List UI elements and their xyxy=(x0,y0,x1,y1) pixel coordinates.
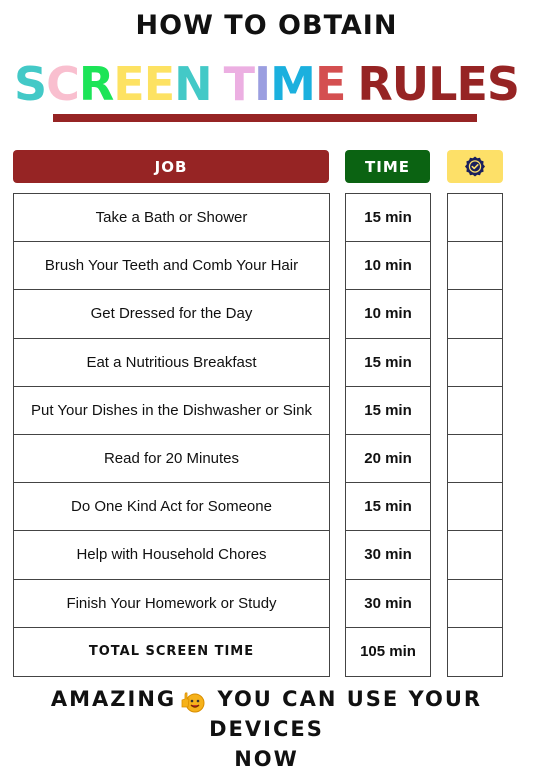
checkbox-cell[interactable] xyxy=(448,387,502,435)
title-letter: R xyxy=(357,57,392,111)
title-letter: S xyxy=(13,57,47,111)
time-cell: 10 min xyxy=(346,242,430,291)
title-letter: R xyxy=(78,57,114,111)
footer-text-before: AMAZING xyxy=(50,687,177,711)
total-checkbox-cell[interactable] xyxy=(448,628,502,676)
job-cell: Read for 20 Minutes xyxy=(14,435,329,484)
time-cell: 30 min xyxy=(346,531,430,580)
time-cell: 15 min xyxy=(346,194,430,243)
job-header: JOB xyxy=(13,150,329,183)
title-letter: E xyxy=(113,57,144,111)
time-cell: 15 min xyxy=(346,483,430,532)
checkbox-cell[interactable] xyxy=(448,290,502,339)
time-cell: 30 min xyxy=(346,580,430,628)
time-column: 15 min 10 min 10 min 15 min 15 min 20 min 15 m… xyxy=(345,193,431,677)
title-letter: U xyxy=(391,57,429,111)
footer-text-line2: NOW xyxy=(234,747,299,771)
checkbox-cell[interactable] xyxy=(448,531,502,580)
job-cell: Finish Your Homework or Study xyxy=(14,580,329,628)
job-cell: Eat a Nutritious Breakfast xyxy=(14,339,329,387)
title-letter: M xyxy=(270,57,316,111)
title-letter: E xyxy=(143,57,175,111)
title-letter: E xyxy=(456,57,487,111)
checkbox-cell[interactable] xyxy=(448,339,502,387)
job-column: Take a Bath or Shower Brush Your Teeth an… xyxy=(13,193,330,677)
checkbox-cell[interactable] xyxy=(448,435,502,484)
time-cell: 15 min xyxy=(346,339,430,387)
title-letter: S xyxy=(486,57,520,111)
checkbox-cell[interactable] xyxy=(448,242,502,291)
title-letter: L xyxy=(428,57,457,111)
job-cell: Take a Bath or Shower xyxy=(14,194,329,243)
total-time: 105 min xyxy=(360,643,416,661)
job-cell: Do One Kind Act for Someone xyxy=(14,483,329,532)
time-cell: 20 min xyxy=(346,435,430,484)
title-underline xyxy=(53,114,477,122)
time-header: TIME xyxy=(345,150,430,183)
title-screen-time-rules: SCREEN TIME RULES xyxy=(0,56,533,112)
thumbs-up-smiley-icon xyxy=(179,687,205,713)
job-cell: Help with Household Chores xyxy=(14,531,329,580)
check-column xyxy=(447,193,503,677)
checkbox-cell[interactable] xyxy=(448,483,502,532)
title-letter: C xyxy=(46,57,80,111)
title-letter: I xyxy=(254,57,271,111)
checkbox-cell[interactable] xyxy=(448,580,502,628)
job-cell: Get Dressed for the Day xyxy=(14,290,329,339)
title-letter: N xyxy=(174,57,212,111)
check-header xyxy=(447,150,503,183)
time-cell: 10 min xyxy=(346,290,430,339)
job-cell: Brush Your Teeth and Comb Your Hair xyxy=(14,242,329,291)
footer-text-after: YOU CAN USE YOUR DEVICES xyxy=(209,687,483,741)
job-cell: Put Your Dishes in the Dishwasher or Sin… xyxy=(14,387,329,435)
title-letter: E xyxy=(314,57,346,111)
heading: HOW TO OBTAIN xyxy=(135,10,398,41)
total-label: TOTAL SCREEN TIME xyxy=(88,644,255,660)
time-cell: 15 min xyxy=(346,387,430,435)
title-letter: T xyxy=(223,57,255,111)
footer-message: AMAZING YOU CAN USE YOUR DEVICES NOW xyxy=(0,684,533,774)
verified-badge-icon xyxy=(465,156,485,176)
checkbox-cell[interactable] xyxy=(448,194,502,243)
